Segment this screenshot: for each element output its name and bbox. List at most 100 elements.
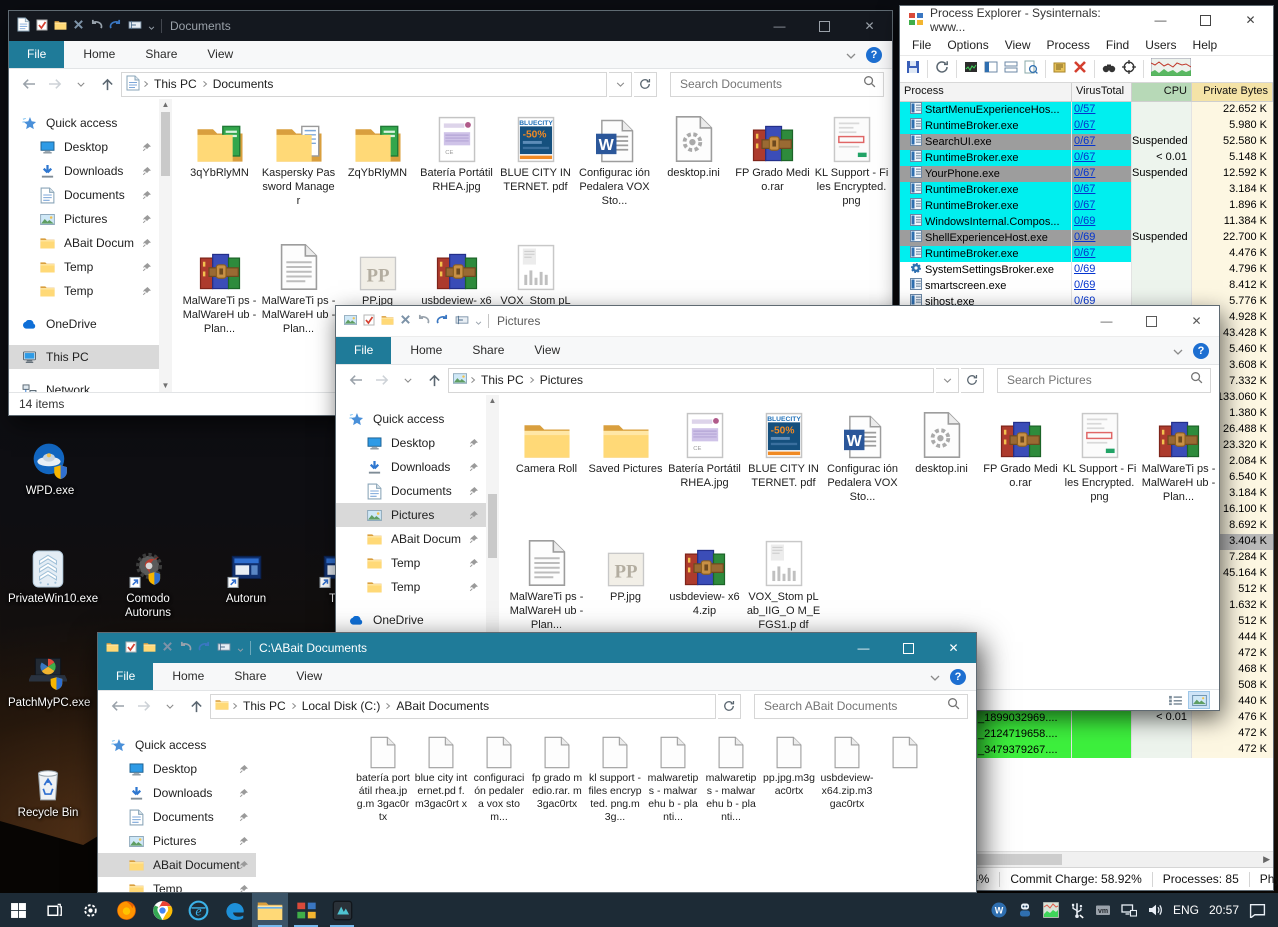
sidebar-item-temp[interactable]: Temp — [336, 575, 486, 599]
file-item-fp-grado-medio-rar-m3gac0rtx[interactable]: fp grado medio.rar. m3gac0rtx — [528, 731, 586, 853]
file-item-blue-city-internet-pd-f-m3gac0rt-x[interactable]: blue city internet.pd f.m3gac0rt x — [412, 731, 470, 853]
qat-delete-icon[interactable] — [73, 19, 84, 33]
file-item-kaspersky-password-manager[interactable]: Kaspersky Password Manager — [259, 109, 338, 237]
back-button[interactable] — [106, 700, 130, 712]
sidebar-item-temp[interactable]: Temp — [336, 551, 486, 575]
column-header-cpu[interactable]: CPU — [1132, 83, 1192, 101]
tray-network-icon[interactable] — [1121, 901, 1137, 919]
desktop-icon-recycle-bin[interactable]: Recycle Bin — [8, 760, 88, 820]
sidebar-item-onedrive[interactable]: OneDrive — [336, 608, 486, 632]
qat-rename-icon[interactable] — [128, 19, 142, 33]
sidebar-item-downloads[interactable]: Downloads — [98, 781, 256, 805]
ribbon-collapse-icon[interactable] — [846, 46, 856, 64]
virustotal-link[interactable]: 0/67 — [1074, 119, 1095, 131]
column-header-virustotal[interactable]: VirusTotal — [1072, 83, 1132, 101]
sidebar-item-network[interactable]: Network — [9, 378, 159, 392]
virustotal-link[interactable]: 0/67 — [1074, 183, 1095, 195]
breadcrumb-item[interactable]: Documents — [211, 77, 276, 91]
sidebar-item-abait-document[interactable]: ABait Document — [98, 853, 256, 877]
breadcrumb-item[interactable]: This PC — [241, 699, 288, 713]
tray-perf-graph-icon[interactable] — [1043, 901, 1059, 919]
taskbar-edge-button[interactable] — [216, 893, 252, 927]
qat-delete-icon[interactable] — [162, 641, 173, 655]
sidebar-item-pictures[interactable]: Pictures — [336, 503, 486, 527]
refresh-icon[interactable] — [718, 694, 741, 719]
sidebar-item-temp[interactable]: Temp — [9, 279, 159, 303]
ribbon-tab-view[interactable]: View — [519, 337, 575, 364]
process-row-shellexperiencehost-exe[interactable]: ShellExperienceHost.exe0/69Suspended22.7… — [900, 230, 1273, 246]
breadcrumb-item[interactable]: Local Disk (C:) — [300, 699, 383, 713]
qat-qat-dropdown-icon[interactable] — [237, 641, 244, 655]
sidebar-item-quick-access[interactable]: Quick access — [98, 733, 256, 757]
sidebar-item-pictures[interactable]: Pictures — [98, 829, 256, 853]
taskbar-dark-app-button[interactable] — [324, 893, 360, 927]
sidebar-item-downloads[interactable]: Downloads — [336, 455, 486, 479]
tray-vm-icon[interactable]: vm — [1095, 901, 1111, 919]
file-item-camera-roll[interactable]: Camera Roll — [507, 405, 586, 533]
menu-help[interactable]: Help — [1185, 38, 1226, 52]
qat-redo-icon[interactable] — [109, 19, 122, 33]
column-header-private-bytes[interactable]: Private Bytes — [1192, 83, 1273, 101]
titlebar[interactable]: Pictures — ✕ — [336, 306, 1219, 337]
up-button[interactable] — [184, 700, 208, 713]
titlebar[interactable]: C:\ABait Documents — ✕ — [98, 633, 976, 663]
thumbnails-view-icon[interactable] — [1189, 692, 1209, 708]
sidebar-item-quick-access[interactable]: Quick access — [9, 111, 159, 135]
close-button[interactable]: ✕ — [931, 633, 976, 663]
forward-button[interactable] — [370, 374, 394, 386]
file-item-pp-jpg-m3g-ac0rtx[interactable]: pp.jpg.m3g ac0rtx — [760, 731, 818, 853]
file-item-desktop-ini[interactable]: desktop.ini — [654, 109, 733, 237]
qat-undo-icon[interactable] — [90, 19, 103, 33]
file-item-desktop-ini[interactable]: desktop.ini — [902, 405, 981, 533]
tray-w-badge-icon[interactable]: W — [991, 901, 1007, 919]
file-item-configurac-i-n-pedalera-vox-sto[interactable]: WConfigurac ión Pedalera VOX Sto... — [823, 405, 902, 533]
address-field[interactable]: This PCLocal Disk (C:)ABait Documents — [210, 694, 716, 719]
search-box[interactable] — [754, 694, 968, 719]
toolbar-kill-process-icon[interactable] — [1073, 60, 1087, 79]
minimize-button[interactable]: — — [1138, 6, 1183, 34]
qat-qat-dropdown-icon[interactable] — [148, 19, 155, 33]
address-dropdown-icon[interactable] — [609, 72, 632, 97]
menu-file[interactable]: File — [904, 38, 939, 52]
virustotal-link[interactable]: 0/67 — [1074, 135, 1095, 147]
qat-delete-icon[interactable] — [400, 314, 411, 328]
taskbar-ie-button[interactable]: e — [180, 893, 216, 927]
up-button[interactable] — [95, 78, 119, 91]
sidebar-item-onedrive[interactable]: OneDrive — [9, 312, 159, 336]
ribbon-tab-share[interactable]: Share — [457, 337, 519, 364]
ribbon-collapse-icon[interactable] — [930, 668, 940, 686]
titlebar[interactable]: Documents — ✕ — [9, 11, 892, 41]
search-input[interactable] — [1005, 372, 1190, 388]
qat-rename-icon[interactable] — [455, 314, 469, 328]
close-button[interactable]: ✕ — [847, 11, 892, 41]
taskbar-chrome-button[interactable] — [144, 893, 180, 927]
file-item-kl-support-files-encrypted-png[interactable]: KL Support - Files Encrypted. png — [812, 109, 891, 237]
forward-button[interactable] — [132, 700, 156, 712]
process-row-searchui-exe[interactable]: SearchUI.exe0/67Suspended52.580 K — [900, 134, 1273, 150]
qat-checkbox-icon[interactable] — [125, 641, 137, 656]
virustotal-link[interactable]: 0/69 — [1074, 231, 1095, 243]
sidebar-item-abait-docum[interactable]: ABait Docum — [9, 231, 159, 255]
file-item-kl-support-files-encrypted-png[interactable]: KL Support - Files Encrypted. png — [1060, 405, 1139, 533]
action-center-icon[interactable] — [1249, 903, 1266, 918]
close-button[interactable]: ✕ — [1228, 6, 1273, 34]
ribbon-tab-file[interactable]: File — [9, 41, 64, 68]
maximize-button[interactable] — [1183, 6, 1228, 34]
qat-new-folder-icon[interactable] — [143, 641, 156, 655]
file-item-blue-city-internet-pdf[interactable]: BLUECITY-50%BLUE CITY INTERNET. pdf — [496, 109, 575, 237]
qat-undo-icon[interactable] — [417, 314, 430, 328]
back-button[interactable] — [17, 78, 41, 90]
ribbon-tab-home[interactable]: Home — [68, 41, 130, 68]
process-row-runtimebroker-exe[interactable]: RuntimeBroker.exe0/673.184 K — [900, 182, 1273, 198]
tray-usb-icon[interactable] — [1069, 901, 1085, 919]
sidebar-item-quick-access[interactable]: Quick access — [336, 407, 486, 431]
breadcrumb-item[interactable]: This PC — [152, 77, 199, 91]
address-field[interactable]: This PCPictures — [448, 368, 934, 393]
qat-folder-icon[interactable] — [106, 641, 119, 655]
virustotal-link[interactable]: 0/69 — [1074, 263, 1095, 275]
desktop-icon-autorun[interactable]: Autorun — [206, 546, 286, 606]
file-item-kl-support-files-encrypted-png-m3g[interactable]: kl support - files encrypted. png.m3g... — [586, 731, 644, 853]
qat-pics-icon[interactable] — [344, 314, 357, 328]
file-item-zqybrlymn[interactable]: ZqYbRlyMN — [338, 109, 417, 237]
file-item-bater-a-port-til-rhea-jpg-m-3gac0rtx[interactable]: batería portátil rhea.jpg.m 3gac0rtx — [354, 731, 412, 853]
